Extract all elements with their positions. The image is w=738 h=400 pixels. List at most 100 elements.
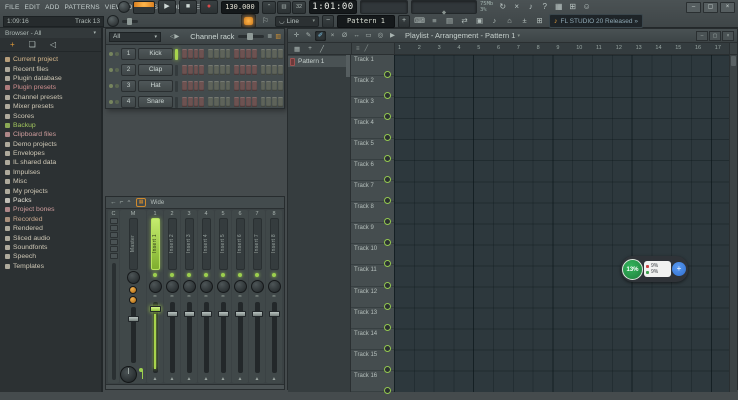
delete-tool-icon[interactable]: × [327,31,338,41]
timeline-bar-number[interactable]: 1 [398,45,401,51]
timeline-bar-number[interactable]: 4 [457,45,460,51]
mixer-track-strip-7[interactable]: 7Insert 7≐▲ [249,210,265,383]
overdub-icon[interactable]: ⌂ [503,15,516,27]
playlist-vertical-scrollbar[interactable] [729,55,737,392]
step-cell[interactable] [182,97,187,107]
channel-number-button[interactable]: 4 [121,96,136,108]
main-pitch-knob[interactable] [107,15,119,27]
browser-item-packs[interactable]: Packs [0,196,101,205]
mixer-track-strip-4[interactable]: 4Insert 4≐▲ [198,210,214,383]
pan-knob[interactable] [234,280,247,293]
metronome-icon[interactable]: ≡ [428,15,441,27]
mixer-track-strip-8[interactable]: 8Insert 8≐▲ [266,210,282,383]
cpu-meter-panel[interactable] [411,0,477,14]
pat-song-switch[interactable] [133,1,155,14]
mixer-view-icon[interactable]: ▦ [136,198,147,207]
step-cell[interactable] [226,65,231,75]
send-knob[interactable] [129,286,137,294]
mixer-track-strip-5[interactable]: 5Insert 5≐▲ [215,210,231,383]
close-button[interactable]: × [720,2,735,13]
time-display[interactable]: 1:01:00 [309,0,357,14]
step-cell[interactable] [246,49,251,59]
fader-handle[interactable] [201,311,212,317]
picker-grid-icon[interactable]: ▦ [294,45,300,53]
browser-item-mixer-presets[interactable]: Mixer presets [0,102,101,111]
step-cell[interactable] [226,81,231,91]
timeline-bar-number[interactable]: 8 [537,45,540,51]
browser-item-misc[interactable]: Misc [0,177,101,186]
track-mode-icon[interactable] [384,303,391,310]
mixer-master-strip[interactable]: MMaster [120,210,146,383]
volume-fader[interactable] [272,302,277,373]
recycle-icon[interactable]: ↻ [496,1,509,13]
wait-for-input-icon[interactable]: ▤ [443,15,456,27]
route-arrow-icon[interactable]: ▲ [170,375,175,383]
pattern-picker-item[interactable]: Pattern 1 [288,56,350,67]
step-cell[interactable] [194,97,199,107]
browser-item-impulses[interactable]: Impulses [0,168,101,177]
step-cell[interactable] [266,49,271,59]
step-cell[interactable] [234,97,239,107]
track-led-icon[interactable] [255,273,259,277]
drag-tool-icon[interactable]: ✛ [291,31,302,41]
step-cell[interactable] [194,65,199,75]
playlist-maximize-button[interactable]: ▢ [709,31,721,41]
step-cell[interactable] [199,49,204,59]
track-mode-icon[interactable] [384,324,391,331]
step-cell[interactable] [261,97,266,107]
pan-knob[interactable] [127,271,140,284]
step-cell[interactable] [188,81,193,91]
step-cell[interactable] [234,81,239,91]
master-fader[interactable] [131,307,136,363]
step-cell[interactable] [226,49,231,59]
channel-pan-led-icon[interactable] [115,84,119,88]
step-edit-icon[interactable]: ♪ [488,15,501,27]
add-pattern-icon[interactable]: + [308,45,312,52]
browser-item-envelopes[interactable]: Envelopes [0,149,101,158]
playlist-track-header-track-12[interactable]: Track 12 [351,287,394,308]
pattern-next-button[interactable]: + [398,15,410,28]
step-cell[interactable] [272,65,277,75]
menu-patterns[interactable]: PATTERNS [62,4,101,11]
step-cell[interactable] [199,65,204,75]
channel-number-button[interactable]: 2 [121,64,136,76]
step-cell[interactable] [208,65,213,75]
timeline-bar-number[interactable]: 17 [715,45,721,51]
overlay-action-button[interactable]: + [672,262,686,276]
playlist-track-header-track-10[interactable]: Track 10 [351,244,394,265]
step-cell[interactable] [266,65,271,75]
step-cell[interactable] [246,65,251,75]
channel-select-indicator[interactable] [175,97,178,108]
progress-overlay-widget[interactable]: 13% 9%9% + [621,256,688,282]
pan-knob[interactable] [183,280,196,293]
playlist-track-header-track-16[interactable]: Track 16 [351,371,394,392]
pan-knob[interactable] [149,280,162,293]
note-slide-icon[interactable]: ± [518,15,531,27]
master-volume-knob[interactable] [120,366,137,383]
channel-pan-led-icon[interactable] [115,100,119,104]
playlist-track-header-track-15[interactable]: Track 15 [351,350,394,371]
pan-knob[interactable] [268,280,281,293]
pattern-selector-display[interactable]: Pattern 1 [337,15,395,28]
route-arrow-icon[interactable]: ▲ [255,375,260,383]
step-cell[interactable] [252,81,257,91]
browser-item-plugin-presets[interactable]: Plugin presets [0,83,101,92]
channel-name-button[interactable]: Snare [138,96,173,108]
pan-knob[interactable] [200,280,213,293]
scrollbar-thumb[interactable] [731,56,736,66]
step-cell[interactable] [220,65,225,75]
step-cell[interactable] [199,97,204,107]
record-button[interactable]: ● [200,0,218,14]
step-cell[interactable] [199,81,204,91]
mixer-scrollbar[interactable] [106,384,284,389]
step-cell[interactable] [220,49,225,59]
channel-name-button[interactable]: Kick [138,48,173,60]
mixer-track-strip-3[interactable]: 3Insert 3≐▲ [181,210,197,383]
keyboard-editor-icon[interactable]: ▥ [275,33,281,40]
step-cell[interactable] [272,81,277,91]
playback-position-panel[interactable] [360,0,408,14]
step-cell[interactable] [252,49,257,59]
playlist-track-header-track-8[interactable]: Track 8 [351,202,394,223]
close-all-icon[interactable]: × [510,1,523,13]
progress-circle[interactable]: 13% [622,259,643,280]
